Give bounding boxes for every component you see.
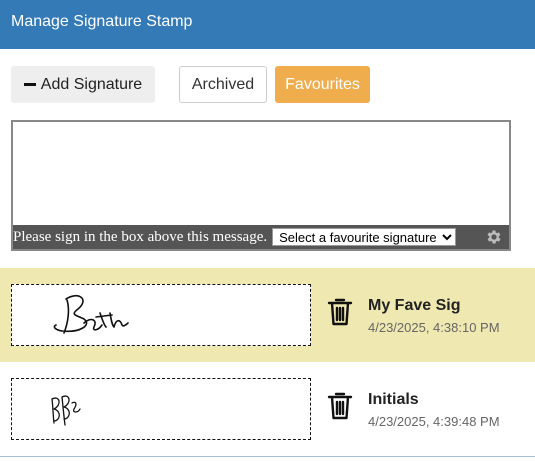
archived-button[interactable]: Archived [179, 66, 267, 103]
signature-date: 4/23/2025, 4:39:48 PM [368, 414, 500, 429]
minus-icon [23, 83, 36, 86]
trash-icon[interactable] [327, 391, 353, 421]
signature-row[interactable]: My Fave Sig 4/23/2025, 4:38:10 PM [0, 268, 535, 362]
signature-pad: Please sign in the box above this messag… [11, 120, 511, 251]
favourite-signature-select[interactable]: Select a favourite signature [272, 228, 457, 246]
signature-name: My Fave Sig [368, 297, 461, 314]
page-title: Manage Signature Stamp [11, 13, 193, 30]
gear-icon[interactable] [485, 228, 503, 246]
signature-preview [11, 378, 311, 440]
favourites-button[interactable]: Favourites [275, 66, 370, 103]
signature-canvas[interactable] [13, 122, 509, 225]
sign-instruction: Please sign in the box above this messag… [13, 228, 268, 245]
signature-pad-footer: Please sign in the box above this messag… [13, 225, 509, 249]
signature-name: Initials [368, 391, 419, 408]
signature-image-initials [51, 395, 81, 426]
add-signature-button[interactable]: Add Signature [11, 66, 155, 103]
header-bar: Manage Signature Stamp [0, 0, 535, 49]
signature-image-beth [53, 294, 129, 334]
signature-row[interactable]: Initials 4/23/2025, 4:39:48 PM [0, 362, 535, 457]
signature-preview [11, 284, 311, 346]
add-signature-label: Add Signature [40, 75, 143, 93]
trash-icon[interactable] [327, 297, 353, 327]
signature-date: 4/23/2025, 4:38:10 PM [368, 320, 500, 335]
